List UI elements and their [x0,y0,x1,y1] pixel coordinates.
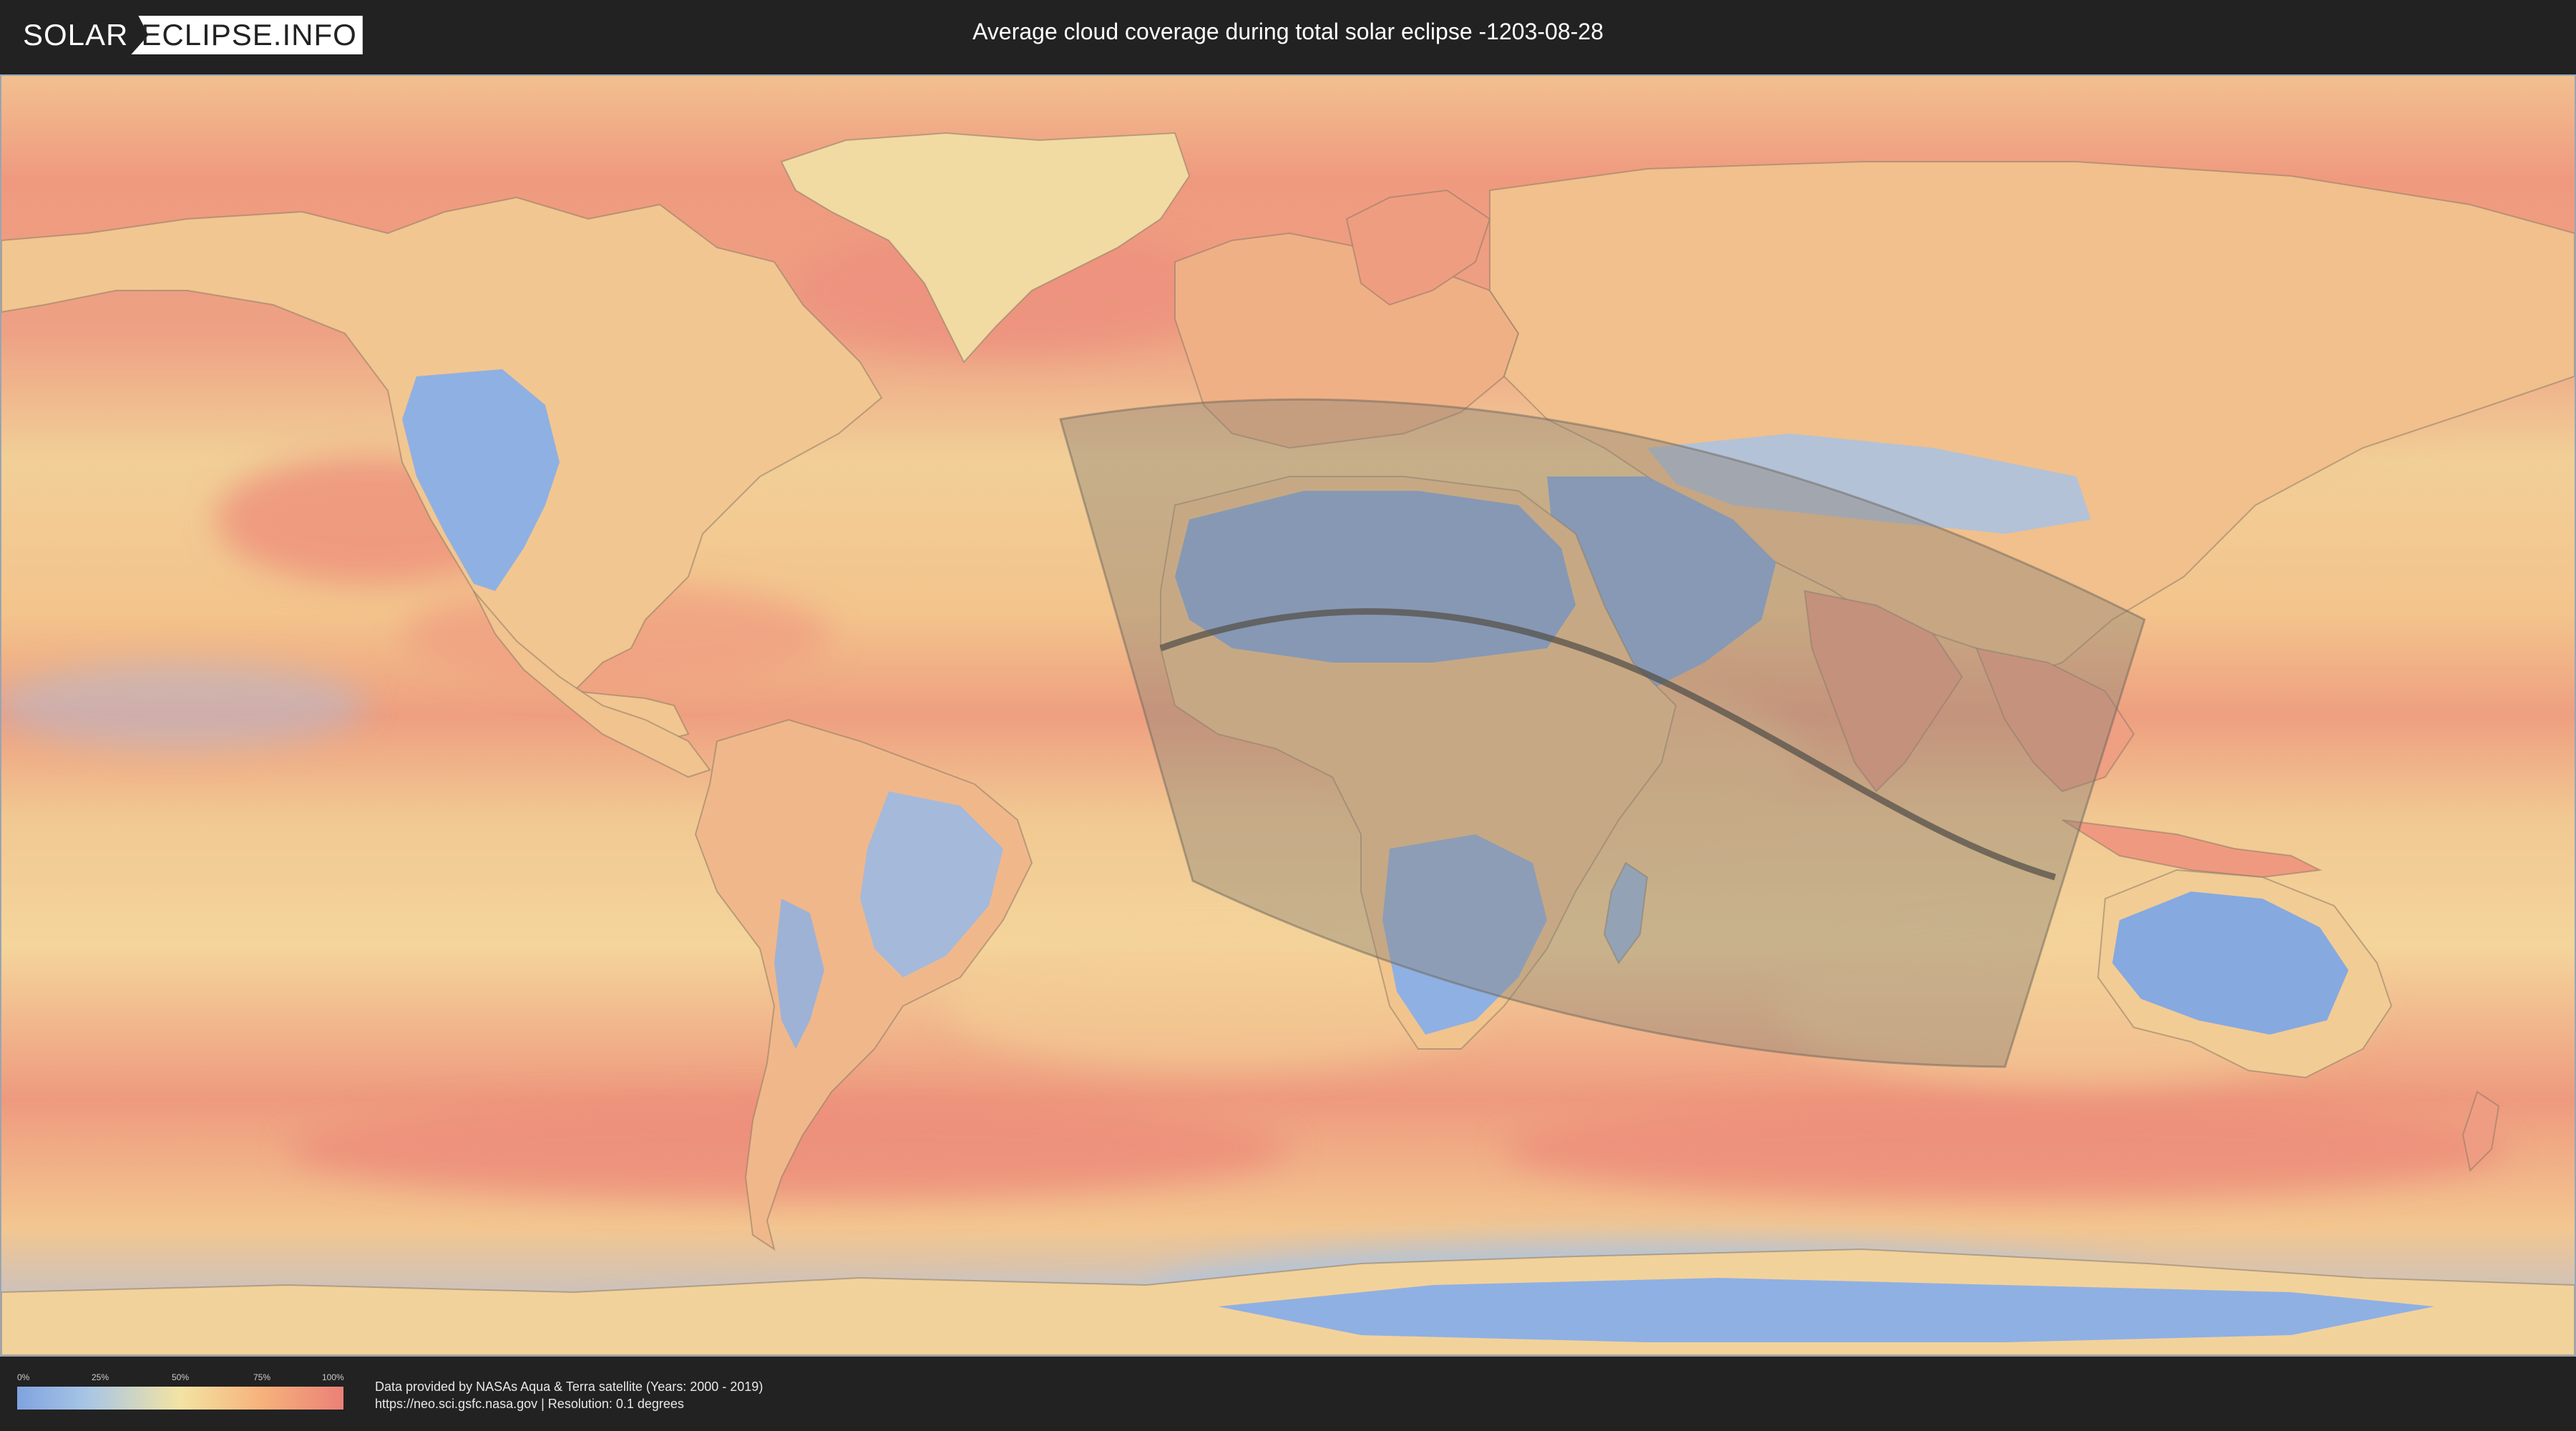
legend-tick-75: 75% [253,1372,271,1382]
header-bar: SOLAR ECLIPSE.INFO Average cloud coverag… [0,0,2576,70]
cloud-coverage-map[interactable] [0,74,2576,1357]
legend-color-bar [17,1387,343,1410]
footer-bar: 0% 25% 50% 75% 100% Data provided by NAS… [0,1357,2576,1431]
legend-tick-100: 100% [322,1372,344,1382]
credit-line-2[interactable]: https://neo.sci.gsfc.nasa.gov | Resoluti… [375,1395,763,1412]
legend-tick-25: 25% [92,1372,109,1382]
world-map-svg [1,76,2575,1355]
credit-line-1: Data provided by NASAs Aqua & Terra sate… [375,1379,763,1394]
page-title: Average cloud coverage during total sola… [972,19,1604,44]
legend-tick-0: 0% [17,1372,30,1382]
cloud-coverage-legend: 0% 25% 50% 75% 100% [17,1372,344,1410]
legend-ticks: 0% 25% 50% 75% 100% [17,1372,344,1384]
legend-tick-50: 50% [172,1372,190,1382]
data-credits: Data provided by NASAs Aqua & Terra sate… [375,1378,763,1412]
